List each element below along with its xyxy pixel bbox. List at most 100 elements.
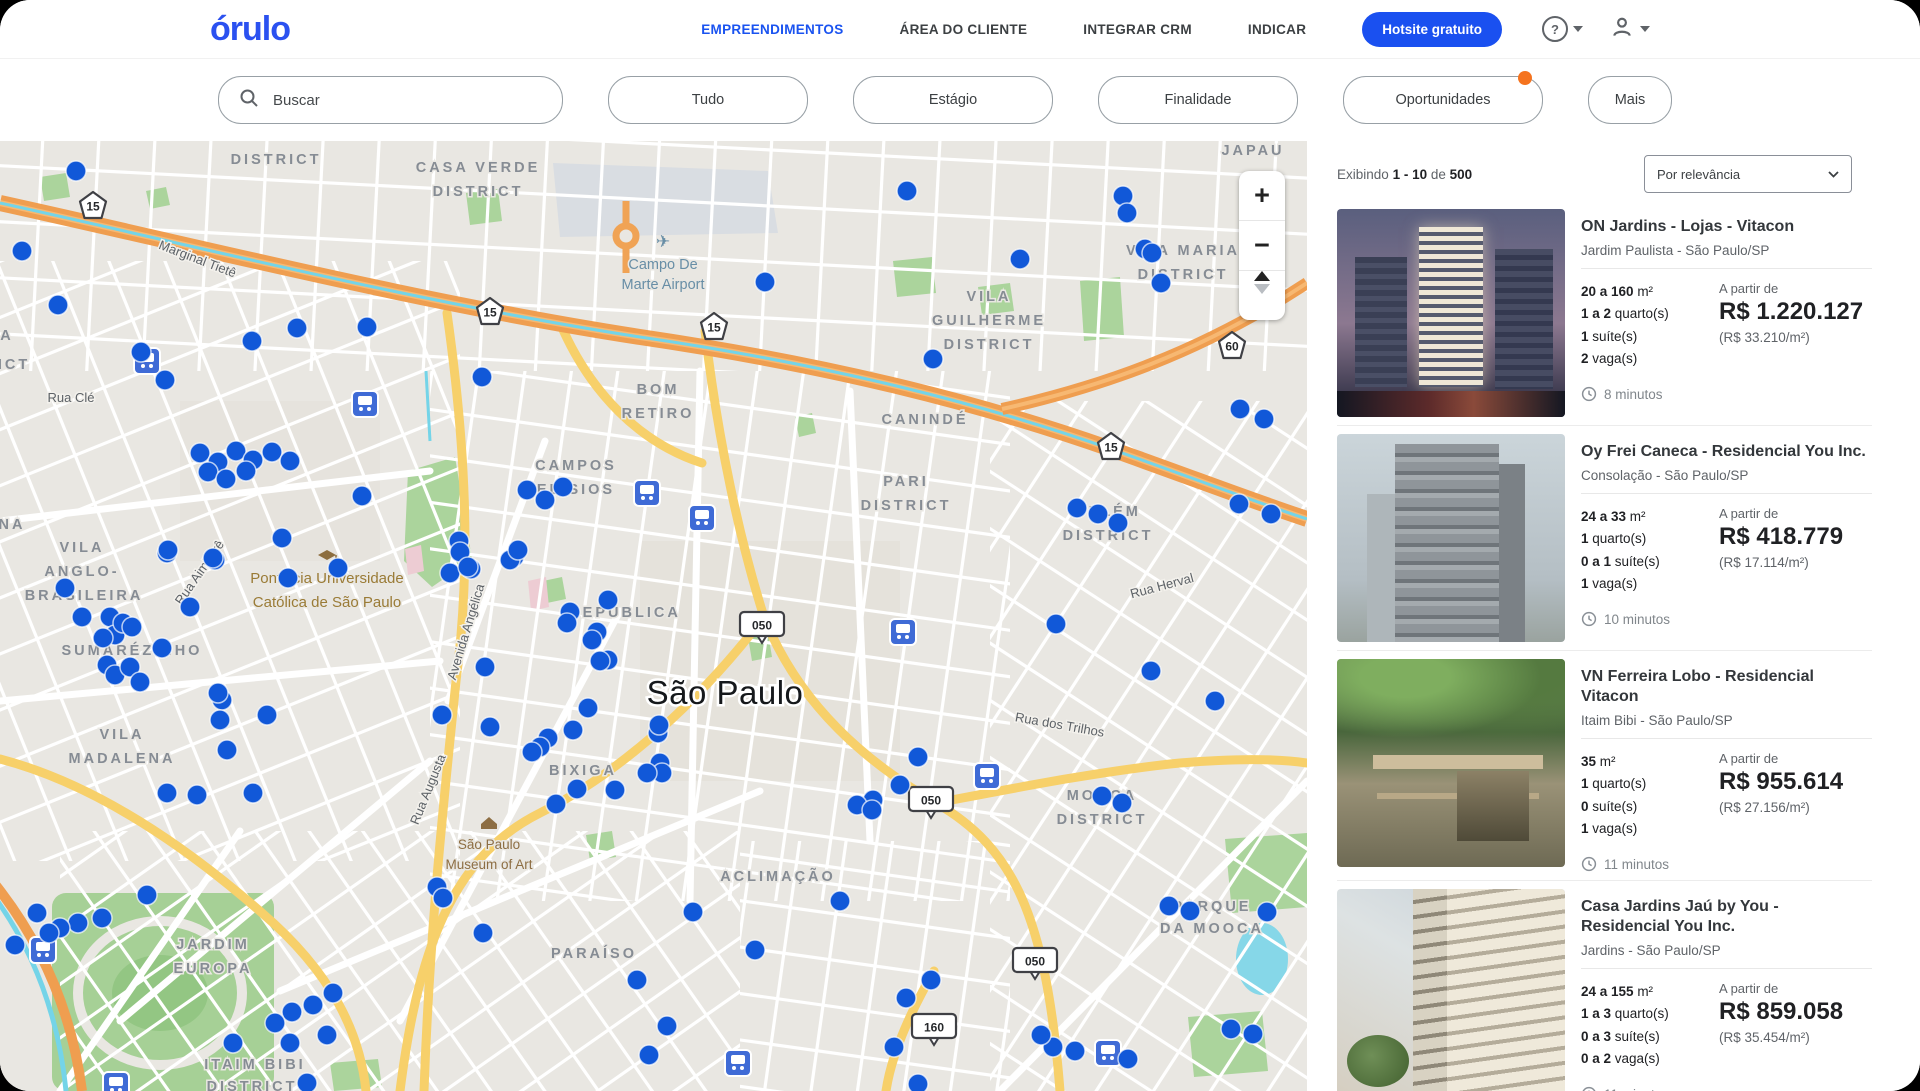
map-marker[interactable] xyxy=(155,370,175,390)
map-marker[interactable] xyxy=(93,628,113,648)
map-marker[interactable] xyxy=(639,1045,659,1065)
filter-mais[interactable]: Mais xyxy=(1588,76,1672,124)
map-marker[interactable] xyxy=(553,477,573,497)
map-marker[interactable] xyxy=(328,558,348,578)
map-marker[interactable] xyxy=(908,1074,928,1091)
map-marker[interactable] xyxy=(131,342,151,362)
map-marker[interactable] xyxy=(535,490,555,510)
map-marker[interactable] xyxy=(48,295,68,315)
map-marker[interactable] xyxy=(66,161,86,181)
map-marker[interactable] xyxy=(517,480,537,500)
map-marker[interactable] xyxy=(287,318,307,338)
map-marker[interactable] xyxy=(357,317,377,337)
map-marker[interactable] xyxy=(236,461,256,481)
map-marker[interactable] xyxy=(280,1033,300,1053)
search-box[interactable] xyxy=(218,76,563,124)
map-marker[interactable] xyxy=(1092,786,1112,806)
listing-photo[interactable] xyxy=(1337,659,1565,867)
map-marker[interactable] xyxy=(897,181,917,201)
map-marker[interactable] xyxy=(1046,614,1066,634)
filter-finalidade[interactable]: Finalidade xyxy=(1098,76,1298,124)
map-marker[interactable] xyxy=(921,970,941,990)
map-marker[interactable] xyxy=(1151,273,1171,293)
map-marker[interactable] xyxy=(884,1037,904,1057)
zoom-out-button[interactable]: − xyxy=(1239,221,1285,271)
map-marker[interactable] xyxy=(908,747,928,767)
map-marker[interactable] xyxy=(5,935,25,955)
nav-indicar[interactable]: INDICAR xyxy=(1248,22,1306,37)
map-marker[interactable] xyxy=(317,1025,337,1045)
map-marker[interactable] xyxy=(582,630,602,650)
map-marker[interactable] xyxy=(187,785,207,805)
map-marker[interactable] xyxy=(27,903,47,923)
map-marker[interactable] xyxy=(92,908,112,928)
map-marker[interactable] xyxy=(1010,249,1030,269)
listing-card[interactable]: ON Jardins - Lojas - Vitacon Jardim Paul… xyxy=(1337,201,1872,425)
filter-oportunidades[interactable]: Oportunidades xyxy=(1343,76,1543,124)
map-marker[interactable] xyxy=(508,540,528,560)
listing-photo[interactable] xyxy=(1337,889,1565,1091)
map-marker[interactable] xyxy=(265,1013,285,1033)
map-marker[interactable] xyxy=(563,720,583,740)
listing-card[interactable]: Casa Jardins Jaú by You - Residencial Yo… xyxy=(1337,880,1872,1091)
map-marker[interactable] xyxy=(242,331,262,351)
map-marker[interactable] xyxy=(262,442,282,462)
map-marker[interactable] xyxy=(122,617,142,637)
map-marker[interactable] xyxy=(280,451,300,471)
map-marker[interactable] xyxy=(1243,1024,1263,1044)
map-marker[interactable] xyxy=(1142,243,1162,263)
map-marker[interactable] xyxy=(458,557,478,577)
tilt-control[interactable] xyxy=(1239,271,1285,320)
map-marker[interactable] xyxy=(158,540,178,560)
map-marker[interactable] xyxy=(152,638,172,658)
listing-photo[interactable] xyxy=(1337,434,1565,642)
map-marker[interactable] xyxy=(137,885,157,905)
map-marker[interactable] xyxy=(180,597,200,617)
map-marker[interactable] xyxy=(590,651,610,671)
filter-estagio[interactable]: Estágio xyxy=(853,76,1053,124)
map-marker[interactable] xyxy=(432,705,452,725)
map-marker[interactable] xyxy=(1118,1049,1138,1069)
search-input[interactable] xyxy=(271,91,495,110)
map-marker[interactable] xyxy=(1221,1019,1241,1039)
map-marker[interactable] xyxy=(745,940,765,960)
map-marker[interactable] xyxy=(1031,1025,1051,1045)
map-marker[interactable] xyxy=(352,486,372,506)
map-marker[interactable] xyxy=(216,469,236,489)
nav-area-do-cliente[interactable]: ÁREA DO CLIENTE xyxy=(900,22,1028,37)
map-marker[interactable] xyxy=(683,902,703,922)
map-marker[interactable] xyxy=(567,779,587,799)
map-marker[interactable] xyxy=(830,891,850,911)
sort-dropdown[interactable]: Por relevância xyxy=(1644,155,1852,193)
map-marker[interactable] xyxy=(480,717,500,737)
map-marker[interactable] xyxy=(657,1016,677,1036)
map-marker[interactable] xyxy=(210,710,230,730)
map-marker[interactable] xyxy=(39,923,59,943)
map-canvas[interactable]: ✈DISTRICTCASA VERDEDISTRICTJAPAUVILA MAR… xyxy=(0,141,1307,1091)
map-marker[interactable] xyxy=(546,794,566,814)
map-marker[interactable] xyxy=(605,780,625,800)
map-marker[interactable] xyxy=(890,775,910,795)
map-marker[interactable] xyxy=(157,783,177,803)
map-marker[interactable] xyxy=(278,568,298,588)
account-menu[interactable] xyxy=(1609,14,1650,45)
map-marker[interactable] xyxy=(203,548,223,568)
map-marker[interactable] xyxy=(1141,661,1161,681)
map-marker[interactable] xyxy=(243,783,263,803)
map-marker[interactable] xyxy=(272,528,292,548)
listing-photo[interactable] xyxy=(1337,209,1565,417)
map-marker[interactable] xyxy=(208,683,228,703)
listing-card[interactable]: Oy Frei Caneca - Residencial You Inc. Co… xyxy=(1337,425,1872,650)
map-marker[interactable] xyxy=(522,742,542,762)
hotsite-gratuito-button[interactable]: Hotsite gratuito xyxy=(1362,12,1502,47)
map-marker[interactable] xyxy=(598,590,618,610)
map-marker[interactable] xyxy=(1261,504,1281,524)
map-marker[interactable] xyxy=(896,988,916,1008)
map-marker[interactable] xyxy=(1180,901,1200,921)
map-marker[interactable] xyxy=(649,715,669,735)
map-marker[interactable] xyxy=(473,923,493,943)
nav-empreendimentos[interactable]: EMPREENDIMENTOS xyxy=(701,22,843,37)
map-marker[interactable] xyxy=(923,349,943,369)
map-marker[interactable] xyxy=(472,367,492,387)
filter-tudo[interactable]: Tudo xyxy=(608,76,808,124)
